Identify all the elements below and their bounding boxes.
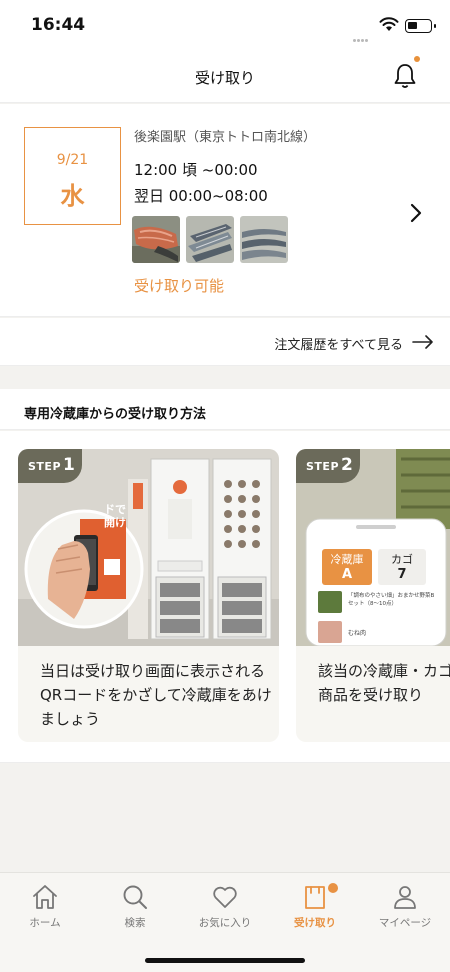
order-history-link[interactable]: 注文履歴をすべて見る bbox=[0, 318, 450, 366]
heart-icon bbox=[213, 886, 237, 908]
step-2-item-2-thumb bbox=[318, 621, 342, 643]
product-thumbnail-mackerel bbox=[186, 216, 234, 263]
pickup-date-box: 9/21 水 bbox=[24, 127, 121, 225]
home-indicator bbox=[145, 958, 305, 963]
battery-icon bbox=[405, 19, 436, 33]
step-2-fridge-value: A bbox=[341, 567, 353, 582]
status-time: 16:44 bbox=[31, 15, 86, 35]
pickup-status: 受け取り可能 bbox=[134, 277, 225, 295]
home-icon bbox=[33, 885, 57, 909]
step-card-1[interactable]: ドで開け STEP 1 当日は受け取り画面に表示されるQRコードをかざして冷蔵庫… bbox=[18, 449, 279, 742]
tab-home[interactable]: ホーム bbox=[0, 873, 90, 943]
bag-icon bbox=[305, 886, 325, 909]
tab-mypage-label: マイページ bbox=[378, 917, 432, 929]
step-1-sign-text: ドで開け bbox=[104, 503, 126, 529]
howto-carousel[interactable]: ドで開け STEP 1 当日は受け取り画面に表示されるQRコードをかざして冷蔵庫… bbox=[0, 431, 450, 763]
app-screen: 16:44 受け取り 9/21 水 後楽園駅（東京トトロ南北線） 12:00 頃… bbox=[0, 0, 450, 972]
tab-mypage[interactable]: マイページ bbox=[360, 873, 450, 943]
step-1-text: 当日は受け取り画面に表示されるQRコードをかざして冷蔵庫をあけましょう bbox=[40, 662, 272, 728]
pickup-station: 後楽園駅（東京トトロ南北線） bbox=[134, 130, 317, 145]
step-2-badge-word: STEP bbox=[306, 460, 340, 473]
tab-favorites-label: お気に入り bbox=[198, 917, 252, 929]
step-2-item-1-text: 「調布のやさい畑」おまかせ野菜Bセット（8～10点） bbox=[348, 593, 435, 607]
tab-pickup-badge bbox=[328, 883, 338, 893]
step-card-2[interactable]: 冷蔵庫 A カゴ 7 「調布のやさい畑」おまかせ野菜Bセット（8～10点） むね… bbox=[296, 449, 450, 742]
product-thumbnail-sanma bbox=[240, 216, 288, 263]
tab-favorites[interactable]: お気に入り bbox=[180, 873, 270, 943]
nav-header: 受け取り bbox=[0, 50, 450, 103]
page-title: 受け取り bbox=[194, 69, 255, 87]
step-2-item-1-thumb bbox=[318, 591, 342, 613]
pickup-order-card[interactable]: 9/21 水 後楽園駅（東京トトロ南北線） 12:00 頃 ~00:00 翌日 … bbox=[0, 104, 450, 317]
tab-pickup[interactable]: 受け取り bbox=[270, 873, 360, 943]
step-2-badge: STEP 2 bbox=[296, 449, 360, 483]
signal-icon bbox=[353, 27, 371, 42]
step-1-badge-word: STEP bbox=[28, 460, 62, 473]
step-2-fridge-chip: 冷蔵庫 A bbox=[322, 549, 372, 585]
tab-search[interactable]: 検索 bbox=[90, 873, 180, 943]
step-1-badge: STEP 1 bbox=[18, 449, 82, 483]
step-2-badge-number: 2 bbox=[341, 455, 353, 475]
bell-icon[interactable] bbox=[393, 62, 417, 90]
howto-title: 専用冷蔵庫からの受け取り方法 bbox=[24, 407, 207, 422]
step-2-text: 該当の冷蔵庫・カゴから商品を受け取り bbox=[318, 662, 450, 704]
product-thumbnail-salmon bbox=[132, 216, 180, 263]
wifi-icon bbox=[379, 17, 399, 31]
pickup-date: 9/21 bbox=[56, 152, 89, 168]
tab-search-label: 検索 bbox=[124, 917, 146, 929]
step-2-fridge-label: 冷蔵庫 bbox=[330, 553, 364, 566]
pickup-time-slot: 12:00 頃 ~00:00 bbox=[134, 161, 258, 179]
arrow-right-icon bbox=[412, 335, 433, 349]
step-2-item-2-text: むね肉 bbox=[348, 630, 367, 637]
step-2-basket-value: 7 bbox=[397, 567, 407, 582]
tab-pickup-label: 受け取り bbox=[294, 917, 336, 929]
pickup-time-slot-next: 翌日 00:00~08:00 bbox=[134, 187, 268, 205]
notification-badge bbox=[414, 56, 420, 62]
status-bar: 16:44 bbox=[0, 0, 450, 50]
howto-section-header: 専用冷蔵庫からの受け取り方法 bbox=[0, 389, 450, 430]
bottom-tab-bar: ホーム 検索 お気に入り 受け取り マイページ bbox=[0, 872, 450, 972]
step-2-basket-label: カゴ bbox=[391, 553, 413, 566]
search-icon bbox=[123, 885, 147, 909]
step-2-basket-chip: カゴ 7 bbox=[378, 549, 426, 585]
chevron-right-icon[interactable] bbox=[408, 202, 424, 224]
pickup-weekday: 水 bbox=[60, 182, 85, 210]
tab-home-label: ホーム bbox=[29, 917, 61, 929]
order-history-label: 注文履歴をすべて見る bbox=[274, 338, 403, 353]
step-1-badge-number: 1 bbox=[63, 455, 75, 475]
person-icon bbox=[394, 886, 416, 909]
